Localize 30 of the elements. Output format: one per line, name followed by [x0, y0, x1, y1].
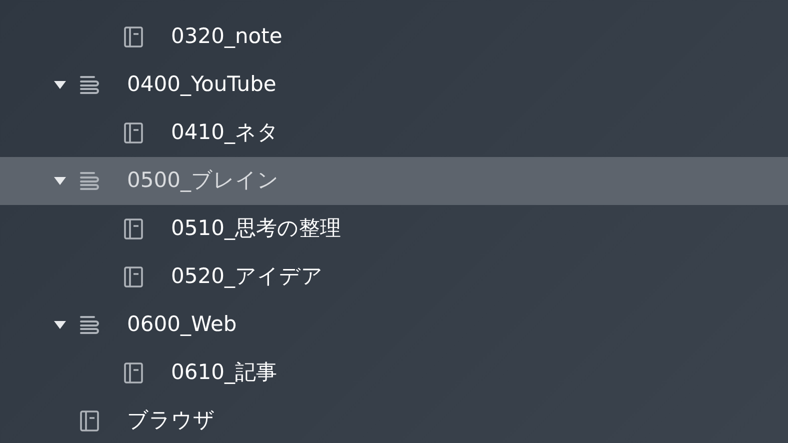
tree-row[interactable]: 0520_アイデア — [0, 253, 788, 301]
stack-icon — [78, 314, 102, 336]
notebook-icon — [122, 122, 146, 144]
tree-label: 0320_note — [171, 24, 282, 50]
tree-row[interactable]: ブラウザ — [0, 397, 788, 443]
notebook-icon — [122, 218, 146, 240]
caret-icon[interactable] — [52, 176, 68, 186]
tree-row[interactable]: 0510_思考の整理 — [0, 205, 788, 253]
stack-icon — [78, 74, 102, 96]
notebook-icon — [122, 362, 146, 384]
caret-icon[interactable] — [52, 320, 68, 330]
notebook-icon — [122, 26, 146, 48]
notebook-icon — [78, 410, 102, 432]
notebook-icon — [122, 266, 146, 288]
tree-label: 0410_ネタ — [171, 120, 279, 146]
stack-icon — [78, 170, 102, 192]
tree-row[interactable]: 0320_note — [0, 13, 788, 61]
tree-row[interactable]: 0600_Web — [0, 301, 788, 349]
caret-icon[interactable] — [52, 80, 68, 90]
tree-label: 0400_YouTube — [127, 72, 276, 98]
tree-row[interactable]: 0410_ネタ — [0, 109, 788, 157]
tree-row[interactable]: 0610_記事 — [0, 349, 788, 397]
tree-label: 0500_ブレイン — [127, 168, 279, 194]
tree-label: 0610_記事 — [171, 360, 277, 386]
tree-label: 0510_思考の整理 — [171, 216, 341, 242]
tree-row[interactable]: 0400_YouTube — [0, 61, 788, 109]
tree-label: 0520_アイデア — [171, 264, 323, 290]
tree-label: ブラウザ — [127, 408, 215, 434]
tree-label: 0600_Web — [127, 312, 237, 338]
tree-row[interactable]: 0500_ブレイン — [0, 157, 788, 205]
